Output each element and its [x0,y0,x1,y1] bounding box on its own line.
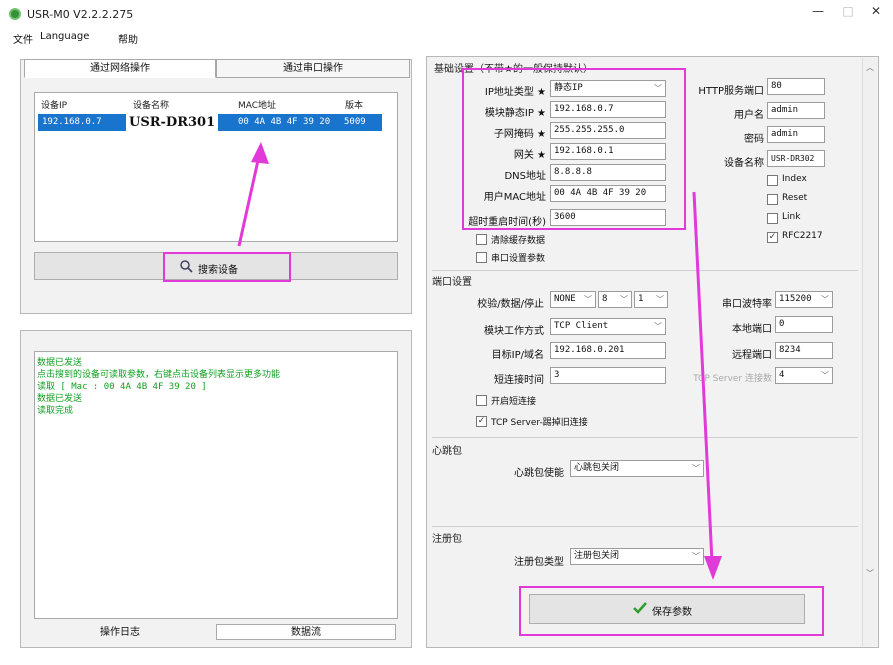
app-logo-icon [9,8,21,20]
data-bits-select[interactable]: 8 ﹀ [598,291,632,308]
reset-label: Reset [782,193,808,203]
register-section-title: 注册包 [432,534,462,545]
gateway-field[interactable]: 192.168.0.1 [550,143,666,160]
work-mode-label: 模块工作方式 [484,326,544,337]
serial-params-label: 串口设置参数 [491,254,546,264]
short-connect-field[interactable]: 3 [550,367,666,384]
row-mac: 00 4A 4B 4F 39 20 [238,117,331,127]
heartbeat-label: 心跳包使能 [514,468,564,479]
device-name-field[interactable]: USR-DR302 [767,150,825,167]
search-icon [180,260,193,276]
divider [432,437,858,438]
column-header-name[interactable]: 设备名称 [133,98,169,111]
gateway-label: 网关 ★ [513,150,546,161]
search-button[interactable]: 搜索设备 [198,261,238,276]
password-field[interactable]: admin [767,126,825,143]
http-port-label: HTTP服务端口 [698,86,764,97]
window-title: USR-M0 V2.2.2.275 [27,8,134,21]
reboot-timeout-field[interactable]: 3600 [550,209,666,226]
device-name-label: 设备名称 [724,158,764,169]
menu-file[interactable]: 文件 [13,31,33,46]
subnet-mask-label: 子网掩码 ★ [493,129,546,140]
dns-field[interactable]: 8.8.8.8 [550,164,666,181]
annotation-arrow [692,191,722,580]
index-checkbox[interactable] [767,175,778,186]
tab-serial[interactable]: 通过串口操作 [216,59,410,78]
user-mac-label: 用户MAC地址 [483,192,546,203]
title-bar [0,0,893,28]
work-mode-select[interactable]: TCP Client ﹀ [550,318,666,335]
reboot-timeout-label: 超时重启时间(秒) [468,217,546,228]
kick-old-checkbox[interactable]: ✓ [476,416,487,427]
column-header-version[interactable]: 版本 [345,98,363,111]
remote-port-field[interactable]: 8234 [775,342,833,359]
annotation-arrow [237,142,269,247]
short-connect-checkbox[interactable] [476,395,487,406]
check-icon [632,601,648,618]
local-port-field[interactable]: 0 [775,316,833,333]
register-select[interactable]: 注册包关闭 ﹀ [570,548,704,565]
divider [432,270,858,271]
parity-label: 校验/数据/停止 [477,299,544,310]
heartbeat-select[interactable]: 心跳包关闭 ﹀ [570,460,704,477]
settings-scrollbar[interactable]: ︿ ﹀ [862,58,877,646]
rfc2217-checkbox[interactable]: ✓ [767,232,778,243]
tab-network[interactable]: 通过网络操作 [24,59,216,78]
row-device-name: USR-DR301 [126,114,219,131]
heartbeat-section-title: 心跳包 [432,446,462,457]
column-header-mac[interactable]: MAC地址 [238,98,276,111]
column-header-ip[interactable]: 设备IP [41,98,67,111]
minimize-button[interactable]: — [806,4,830,22]
tcp-server-count-select[interactable]: 4 ﹀ [775,367,833,384]
http-port-field[interactable]: 80 [767,78,825,95]
serial-params-checkbox[interactable] [476,252,487,263]
index-label: Index [782,174,807,184]
target-ip-field[interactable]: 192.168.0.201 [550,342,666,359]
port-section-title: 端口设置 [432,277,472,288]
username-label: 用户名 [734,110,764,121]
divider [432,526,858,527]
maximize-button[interactable]: □ [836,4,860,22]
user-mac-field[interactable]: 00 4A 4B 4F 39 20 [550,185,666,202]
row-version: 5009 [344,117,366,127]
clear-cache-checkbox[interactable] [476,234,487,245]
short-connect-enable-label: 开启短连接 [491,397,537,407]
rfc2217-label: RFC2217 [782,231,823,241]
menu-language[interactable]: Language [40,31,89,42]
row-ip: 192.168.0.7 [42,117,102,127]
reset-checkbox[interactable] [767,194,778,205]
dns-label: DNS地址 [504,171,546,182]
static-ip-label: 模块静态IP ★ [484,108,546,119]
ip-type-label: IP地址类型 ★ [484,87,546,98]
target-ip-label: 目标IP/域名 [491,350,544,361]
link-checkbox[interactable] [767,213,778,224]
parity-select[interactable]: NONE ﹀ [550,291,596,308]
link-label: Link [782,212,801,222]
log-line: 读取完成 [37,406,74,416]
stop-bits-select[interactable]: 1 ﹀ [634,291,668,308]
close-button[interactable]: ✕ [864,4,888,22]
tab-operation-log[interactable]: 操作日志 [50,625,190,641]
baud-select[interactable]: 115200 ﹀ [775,291,833,308]
kick-old-label: TCP Server-踢掉旧连接 [491,418,588,428]
short-connect-label: 短连接时间 [494,375,544,386]
menu-help[interactable]: 帮助 [118,31,138,46]
ip-type-select[interactable]: 静态IP ﹀ [550,80,666,97]
clear-cache-label: 清除缓存数据 [491,236,546,246]
password-label: 密码 [744,134,764,145]
register-label: 注册包类型 [514,557,564,568]
subnet-mask-field[interactable]: 255.255.255.0 [550,122,666,139]
username-field[interactable]: admin [767,102,825,119]
save-button[interactable]: 保存参数 [652,603,692,618]
tab-data-stream[interactable]: 数据流 [216,624,396,640]
static-ip-field[interactable]: 192.168.0.7 [550,101,666,118]
